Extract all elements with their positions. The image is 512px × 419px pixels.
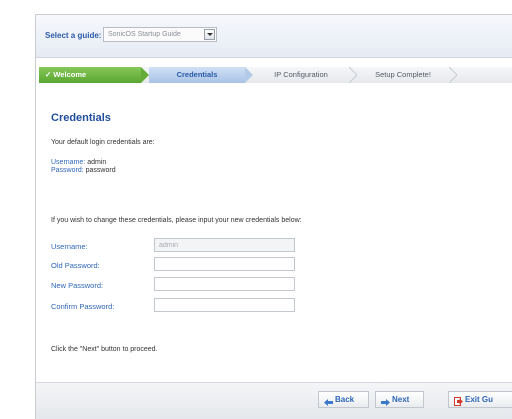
step-separator-icon <box>349 67 357 83</box>
confirm-password-field[interactable] <box>154 298 295 312</box>
username-field-label: Username: <box>51 242 88 251</box>
old-password-label: Old Password: <box>51 261 100 270</box>
exit-button-label: Exit Gu <box>465 395 494 404</box>
back-button-label: Back <box>335 395 355 404</box>
change-credentials-note: If you wish to change these credentials,… <box>51 217 302 224</box>
default-username-line: Username: admin <box>51 159 106 166</box>
exit-icon <box>454 396 463 406</box>
step-setup-complete: Setup Complete! <box>375 70 431 79</box>
default-username-label: Username: <box>51 159 86 166</box>
page-title: Credentials <box>51 112 111 124</box>
back-button[interactable]: Back <box>318 391 369 408</box>
wizard-footer: Back Next Exit Gu <box>36 382 512 419</box>
new-password-label: New Password: <box>51 281 104 290</box>
default-username-value: admin <box>87 159 107 166</box>
step-credentials: Credentials <box>149 67 253 83</box>
step-ip-configuration: IP Configuration <box>274 70 328 79</box>
default-password-label: Password: <box>51 167 84 174</box>
arrow-left-icon <box>324 396 333 406</box>
wizard-frame: Select a guide: SonicOS Startup Guide ✓ … <box>35 14 512 419</box>
next-button[interactable]: Next <box>375 391 424 408</box>
proceed-hint: Click the "Next" button to proceed. <box>51 346 158 353</box>
old-password-field[interactable] <box>154 257 295 271</box>
guide-select-value: SonicOS Startup Guide <box>108 31 181 38</box>
arrow-right-icon <box>381 396 390 406</box>
default-password-line: Password: password <box>51 167 116 174</box>
next-button-label: Next <box>392 395 410 404</box>
exit-guide-button[interactable]: Exit Gu <box>448 391 512 408</box>
guide-label: Select a guide: <box>45 31 102 40</box>
username-field[interactable] <box>154 238 295 252</box>
step-progress: ✓ Welcome Credentials IP Configuration S… <box>39 67 512 83</box>
chevron-down-icon[interactable] <box>204 29 215 40</box>
guide-bar: Select a guide: SonicOS Startup Guide <box>36 15 512 58</box>
intro-text: Your default login credentials are: <box>51 139 155 146</box>
new-password-field[interactable] <box>154 277 295 291</box>
step-separator-icon <box>449 67 457 83</box>
confirm-password-label: Confirm Password: <box>51 302 115 311</box>
default-password-value: password <box>85 167 116 174</box>
guide-select[interactable]: SonicOS Startup Guide <box>103 27 217 42</box>
step-welcome: ✓ Welcome <box>39 67 149 83</box>
